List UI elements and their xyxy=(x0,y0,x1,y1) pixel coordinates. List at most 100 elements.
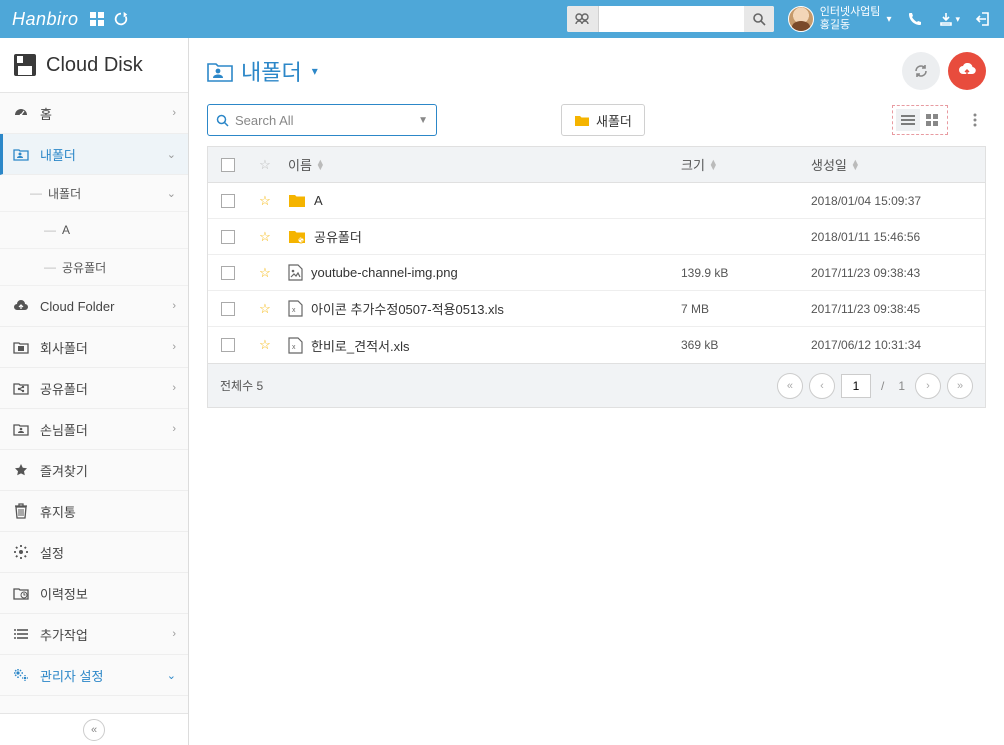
main-header: 내폴더 ▾ xyxy=(207,52,986,90)
logout-icon[interactable] xyxy=(976,11,992,27)
page-title-label: 내폴더 xyxy=(241,55,302,87)
chevron-right-icon: › xyxy=(172,423,176,435)
grid-view-button[interactable] xyxy=(920,109,944,131)
table-body: ☆A2018/01/04 15:09:37☆공유폴더2018/01/11 15:… xyxy=(208,183,985,363)
page-next-button[interactable]: › xyxy=(915,373,941,399)
chevron-right-icon: › xyxy=(172,341,176,353)
table-row[interactable]: ☆x아이콘 추가수정0507-적용0513.xls7 MB2017/11/23 … xyxy=(208,291,985,327)
sort-icon: ▲▼ xyxy=(851,160,860,170)
star-header-icon[interactable]: ☆ xyxy=(259,157,271,173)
total-count: 5 xyxy=(256,379,263,393)
sidebar-item-share[interactable]: 공유폴더 › xyxy=(0,368,188,409)
file-created: 2018/01/04 15:09:37 xyxy=(805,194,985,208)
star-icon xyxy=(12,463,30,477)
star-button[interactable]: ☆ xyxy=(259,265,271,281)
row-checkbox[interactable] xyxy=(221,338,235,352)
sync-icon[interactable] xyxy=(113,11,129,27)
sidebar-item-label: 추가작업 xyxy=(40,625,162,644)
apps-grid-icon[interactable] xyxy=(89,11,105,27)
chevron-right-icon: › xyxy=(172,107,176,119)
table-header: ☆ 이름▲▼ 크기▲▼ 생성일▲▼ xyxy=(208,147,985,183)
star-button[interactable]: ☆ xyxy=(259,193,271,209)
sidebar-item-admin[interactable]: 관리자 설정 ⌄ xyxy=(0,655,188,696)
sidebar-item-history[interactable]: 이력정보 xyxy=(0,573,188,614)
phone-icon[interactable] xyxy=(907,11,923,27)
gears-icon xyxy=(12,668,30,682)
page-sep: / xyxy=(881,379,884,393)
column-size[interactable]: 크기▲▼ xyxy=(675,155,805,174)
row-checkbox[interactable] xyxy=(221,194,235,208)
refresh-button[interactable] xyxy=(902,52,940,90)
table-row[interactable]: ☆공유폴더2018/01/11 15:46:56 xyxy=(208,219,985,255)
main: 내폴더 ▾ Search All ▼ 새폴더 xyxy=(189,38,1004,745)
sidebar-item-guest[interactable]: 손님폴더 › xyxy=(0,409,188,450)
sidebar-item-label: 즐겨찾기 xyxy=(40,461,176,480)
topbar-right-icons: ▾ xyxy=(907,11,992,27)
sidebar-sub-share[interactable]: —공유폴더 xyxy=(0,249,188,286)
sidebar-title-label: Cloud Disk xyxy=(46,54,143,77)
page-first-button[interactable]: « xyxy=(777,373,803,399)
global-search xyxy=(567,6,774,32)
sidebar-item-myfolder[interactable]: 내폴더 ⌄ xyxy=(0,134,188,175)
chevron-down-icon: ⌄ xyxy=(167,187,176,200)
column-name[interactable]: 이름▲▼ xyxy=(282,155,675,174)
search-go-button[interactable] xyxy=(744,6,774,32)
person-folder-icon xyxy=(207,60,233,82)
search-input[interactable] xyxy=(599,6,744,32)
sidebar-item-home[interactable]: 홈 › xyxy=(0,93,188,134)
page-last-button[interactable]: » xyxy=(947,373,973,399)
search-scope-button[interactable] xyxy=(567,6,599,32)
file-name: 아이콘 추가수정0507-적용0513.xls xyxy=(311,299,504,318)
column-size-label: 크기 xyxy=(681,155,705,174)
table-row[interactable]: ☆x한비로_견적서.xls369 kB2017/06/12 10:31:34 xyxy=(208,327,985,363)
file-name: 한비로_견적서.xls xyxy=(311,336,410,355)
guest-folder-icon xyxy=(12,422,30,436)
sidebar-item-label: 내폴더 xyxy=(40,145,157,164)
search-all-label: Search All xyxy=(235,113,418,128)
star-button[interactable]: ☆ xyxy=(259,229,271,245)
column-created[interactable]: 생성일▲▼ xyxy=(805,155,985,174)
star-button[interactable]: ☆ xyxy=(259,337,271,353)
table-row[interactable]: ☆A2018/01/04 15:09:37 xyxy=(208,183,985,219)
sidebar-item-settings[interactable]: 설정 xyxy=(0,532,188,573)
sidebar-item-company[interactable]: 회사폴더 › xyxy=(0,327,188,368)
page-input[interactable] xyxy=(841,374,871,398)
row-checkbox[interactable] xyxy=(221,302,235,316)
gear-icon xyxy=(12,545,30,559)
file-size: 7 MB xyxy=(675,302,805,316)
sidebar-sub-myfolder[interactable]: —내폴더 ⌄ xyxy=(0,175,188,212)
row-checkbox[interactable] xyxy=(221,230,235,244)
user-info: 인터넷사업팀 홍길동 xyxy=(820,6,881,32)
company-folder-icon xyxy=(12,340,30,354)
sidebar-item-trash[interactable]: 휴지통 xyxy=(0,491,188,532)
sidebar-item-label: 공유폴더 xyxy=(40,379,162,398)
page-title[interactable]: 내폴더 ▾ xyxy=(207,55,318,87)
page-prev-button[interactable]: ‹ xyxy=(809,373,835,399)
sidebar-sub-a[interactable]: —A xyxy=(0,212,188,249)
row-checkbox[interactable] xyxy=(221,266,235,280)
view-toggle xyxy=(892,105,948,135)
sidebar-collapse[interactable]: « xyxy=(0,713,188,745)
file-type-icon: x xyxy=(288,337,303,354)
new-folder-button[interactable]: 새폴더 xyxy=(561,104,645,136)
topbar-app-icons xyxy=(89,11,129,27)
sidebar-item-label: 홈 xyxy=(40,104,162,123)
sidebar-item-cloudfolder[interactable]: Cloud Folder › xyxy=(0,286,188,327)
upload-button[interactable] xyxy=(948,52,986,90)
svg-text:x: x xyxy=(292,307,296,314)
more-menu-button[interactable] xyxy=(964,109,986,131)
select-all-checkbox[interactable] xyxy=(221,158,235,172)
history-icon xyxy=(12,586,30,600)
sidebar-item-extra[interactable]: 추가작업 › xyxy=(0,614,188,655)
search-all-dropdown[interactable]: Search All ▼ xyxy=(207,104,437,136)
list-view-button[interactable] xyxy=(896,109,920,131)
star-button[interactable]: ☆ xyxy=(259,301,271,317)
share-folder-icon xyxy=(12,381,30,395)
layout: Cloud Disk 홈 › 내폴더 ⌄ —내폴더 ⌄ —A —공유폴더 xyxy=(0,38,1004,745)
user-menu[interactable]: 인터넷사업팀 홍길동 ▾ xyxy=(788,6,892,32)
download-icon[interactable]: ▾ xyxy=(939,12,960,26)
sidebar-item-favorites[interactable]: 즐겨찾기 xyxy=(0,450,188,491)
chevron-down-icon: ▾ xyxy=(886,14,891,25)
table-row[interactable]: ☆youtube-channel-img.png139.9 kB2017/11/… xyxy=(208,255,985,291)
column-name-label: 이름 xyxy=(288,155,312,174)
